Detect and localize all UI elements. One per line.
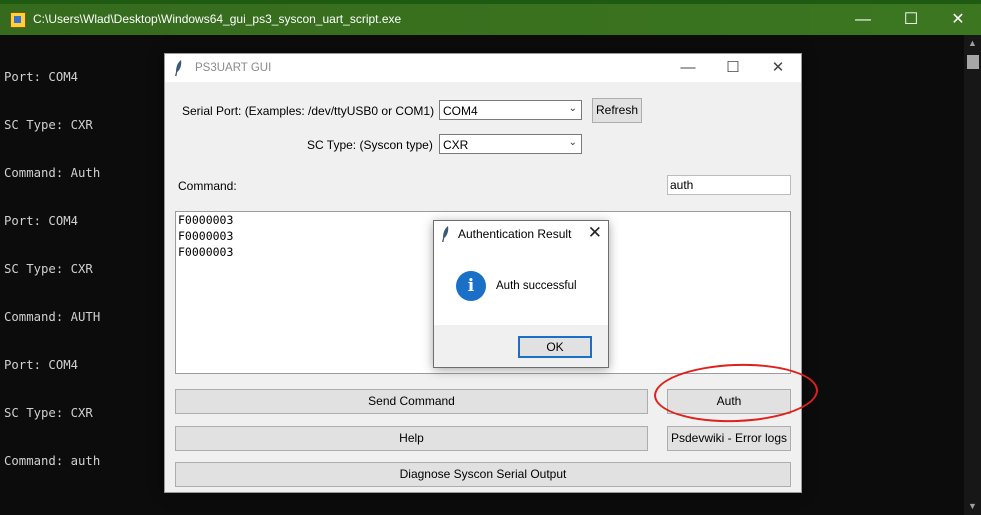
help-button[interactable]: Help [175,426,648,451]
console-line: Command: auth [4,454,101,468]
dialog-footer: OK [434,325,608,367]
auth-result-dialog: Authentication Result ✕ i Auth successfu… [433,220,609,368]
console-line: SC Type: CXR [4,262,93,276]
sc-type-label: SC Type: (Syscon type) [307,138,433,152]
sc-type-select[interactable]: CXR ⌄ [439,134,582,154]
ok-button[interactable]: OK [518,336,592,358]
maximize-icon[interactable]: ☐ [710,54,756,82]
minimize-icon[interactable]: — [665,54,711,82]
console-scrollbar[interactable]: ▲ ▼ [964,35,981,515]
serial-port-value: COM4 [443,104,478,118]
serial-port-select[interactable]: COM4 ⌄ [439,100,582,120]
gui-title: PS3UART GUI [195,62,272,74]
maximize-icon[interactable]: ☐ [888,4,934,35]
serial-port-label: Serial Port: (Examples: /dev/ttyUSB0 or … [182,104,435,118]
feather-icon [442,226,449,242]
gui-titlebar[interactable]: PS3UART GUI — ☐ ✕ [165,54,801,82]
scroll-up-icon[interactable]: ▲ [964,35,981,52]
scroll-down-icon[interactable]: ▼ [964,498,981,515]
console-line: Port: COM4 [4,358,79,372]
console-line: SC Type: CXR [4,406,93,420]
console-line: SC Type: CXR [4,118,93,132]
dialog-title: Authentication Result [458,227,572,241]
dialog-message: Auth successful [496,280,577,292]
console-output: Port: COM4 SC Type: CXR Command: Auth Po… [4,37,100,501]
console-line: Port: COM4 [4,70,79,84]
chevron-down-icon: ⌄ [568,137,577,148]
send-command-button[interactable]: Send Command [175,389,648,414]
feather-icon [175,60,182,76]
console-line: Command: Auth [4,166,101,180]
psdevwiki-button[interactable]: Psdevwiki - Error logs [667,426,791,451]
minimize-icon[interactable]: — [840,4,886,35]
chevron-down-icon: ⌄ [568,103,577,114]
console-line: Command: AUTH [4,310,101,324]
scroll-thumb[interactable] [967,55,979,69]
app-icon [10,12,26,28]
close-icon[interactable]: ✕ [755,54,801,82]
close-icon[interactable]: ✕ [588,223,602,243]
console-line: Port: COM4 [4,214,79,228]
console-titlebar[interactable]: C:\Users\Wlad\Desktop\Windows64_gui_ps3_… [0,4,981,35]
refresh-button[interactable]: Refresh [592,98,642,123]
command-label: Command: [178,179,237,193]
info-icon: i [456,271,486,301]
diagnose-button[interactable]: Diagnose Syscon Serial Output [175,462,791,487]
close-icon[interactable]: ✕ [935,4,981,35]
sc-type-value: CXR [443,138,469,152]
console-title: C:\Users\Wlad\Desktop\Windows64_gui_ps3_… [33,12,402,26]
command-input[interactable]: auth [667,175,791,195]
